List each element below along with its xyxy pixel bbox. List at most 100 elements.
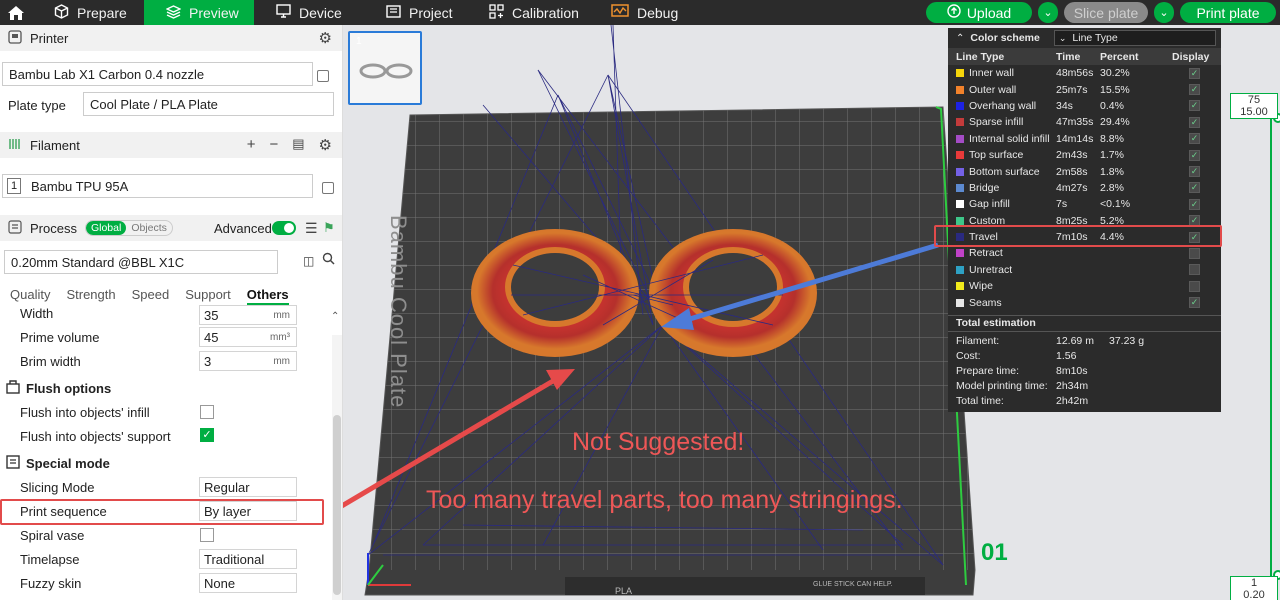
travel-warning-text: Too many travel parts, too many stringin… [426,486,903,514]
summary-row: Model printing time: 2h34m [948,379,1221,394]
display-checkbox[interactable]: ✓ [1189,84,1200,96]
tab-calibration-label: Calibration [512,4,579,21]
tab-device[interactable]: Device [254,0,360,25]
width-value: 35 [204,308,219,323]
legend-row-percent: 29.4% [1100,116,1130,129]
scrollbar-thumb[interactable] [333,415,341,595]
tab-project[interactable]: Project [360,0,463,25]
tab-strength[interactable]: Strength [66,287,115,305]
tab-prepare[interactable]: Prepare [32,0,144,25]
summary-key: Prepare time: [956,365,1020,378]
flush-infill-checkbox[interactable] [200,405,214,419]
advanced-switch[interactable] [272,221,296,235]
legend-row: Top surface 2m43s 1.7% ✓ [948,147,1221,163]
plate-thumbnail[interactable]: 1 [348,31,422,105]
brim-width-input[interactable]: 3 mm [199,351,297,371]
plus-icon[interactable]: + [247,136,256,154]
cube-icon [54,3,69,22]
tab-support[interactable]: Support [185,287,231,305]
display-checkbox[interactable]: ✓ [1189,149,1200,161]
legend-row-name: Inner wall [969,67,1014,80]
summary-key: Cost: [956,350,981,363]
upload-button[interactable]: Upload [926,2,1032,23]
display-checkbox[interactable]: ✓ [1189,116,1200,128]
global-option[interactable]: Global [85,221,127,235]
printer-name: Bambu Lab X1 Carbon 0.4 nozzle [9,66,205,82]
layer-slider-track[interactable] [1270,118,1272,578]
compare-icon[interactable]: ⚑ [323,220,335,236]
legend-row-percent: 30.2% [1100,67,1130,80]
legend-row: Seams ✓ [948,294,1221,310]
legend-row-time: 7s [1056,198,1068,211]
global-objects-toggle[interactable]: Global Objects [84,220,173,236]
objects-option[interactable]: Objects [126,221,172,235]
search-icon[interactable] [322,252,335,268]
brim-width-value: 3 [204,354,212,369]
timelapse-select[interactable]: Traditional [199,549,297,569]
plate-type-select[interactable]: Cool Plate / PLA Plate [83,92,334,116]
save-icon[interactable]: ◫ [303,254,314,268]
display-checkbox[interactable] [1189,264,1200,276]
filament-select[interactable]: 1 Bambu TPU 95A [2,174,313,198]
legend-row-name: Bottom surface [969,165,1040,178]
spiral-vase-checkbox[interactable] [200,528,214,542]
legend-swatch [956,151,964,160]
display-checkbox[interactable]: ✓ [1189,182,1200,194]
display-checkbox[interactable]: ✓ [1189,198,1200,210]
display-checkbox[interactable]: ✓ [1189,100,1200,112]
edit-icon[interactable] [322,182,334,194]
process-preset-select[interactable]: 0.20mm Standard @BBL X1C [4,250,278,274]
home-icon[interactable] [0,0,32,25]
sync-icon[interactable]: ▤ [292,136,304,154]
slice-dropdown[interactable]: ⌄ [1038,2,1058,23]
legend-row-percent: 8.8% [1100,132,1124,145]
prime-volume-input[interactable]: 45 mm³ [199,327,297,347]
minus-icon[interactable]: − [269,136,278,154]
settings-scrollbar[interactable] [332,335,342,600]
list-icon[interactable]: ☰ [305,220,318,237]
display-checkbox[interactable]: ✓ [1189,133,1200,145]
summary-value: 8m10s [1056,365,1088,378]
display-checkbox[interactable] [1189,247,1200,259]
tab-speed[interactable]: Speed [132,287,170,305]
legend-row-name: Internal solid infill [969,132,1050,145]
legend-swatch [956,134,964,143]
process-tabs: Quality Strength Speed Support Others [10,287,289,305]
upload-label: Upload [966,4,1012,21]
scroll-up-icon[interactable]: ⌃ [331,311,339,322]
print-plate-button[interactable]: Print plate [1180,2,1276,23]
collapse-icon[interactable]: ⌃ [956,33,964,44]
filament-slot-badge: 1 [7,178,21,194]
fuzzy-skin-value: None [204,576,236,591]
width-input[interactable]: 35 mm [199,305,297,325]
slicing-mode-select[interactable]: Regular [199,477,297,497]
tab-quality[interactable]: Quality [10,287,50,305]
legend-row: Inner wall 48m56s 30.2% ✓ [948,65,1221,81]
edit-icon[interactable] [317,70,329,82]
slice-plate-button[interactable]: Slice plate [1064,2,1148,23]
color-scheme-select[interactable]: ⌄ Line Type [1053,30,1216,46]
display-checkbox[interactable]: ✓ [1189,297,1200,309]
gear-icon[interactable]: ⚙ [319,29,332,47]
part-right-ring [649,229,817,357]
printer-select[interactable]: Bambu Lab X1 Carbon 0.4 nozzle [2,62,313,86]
gear-icon[interactable]: ⚙ [319,136,332,154]
tab-others[interactable]: Others [246,287,289,305]
legend-row-time: 2m43s [1056,149,1088,162]
tab-calibration[interactable]: Calibration [463,0,591,25]
tab-debug[interactable]: Debug [591,0,691,25]
fuzzy-skin-select[interactable]: None [199,573,297,593]
legend-row: Wipe [948,278,1221,294]
flush-support-checkbox[interactable]: ✓ [200,428,214,442]
legend-row-percent: <0.1% [1100,198,1131,211]
summary-value: 1.56 [1056,350,1077,363]
fuzzy-skin-label: Fuzzy skin [20,576,82,591]
print-dropdown[interactable]: ⌄ [1154,2,1174,23]
display-checkbox[interactable]: ✓ [1189,166,1200,178]
calibration-icon [489,3,504,22]
flush-infill-label: Flush into objects' infill [20,405,150,420]
special-mode-title: Special mode [26,456,110,471]
display-checkbox[interactable] [1189,280,1200,292]
display-checkbox[interactable]: ✓ [1189,67,1200,79]
tab-preview[interactable]: Preview [144,0,254,25]
